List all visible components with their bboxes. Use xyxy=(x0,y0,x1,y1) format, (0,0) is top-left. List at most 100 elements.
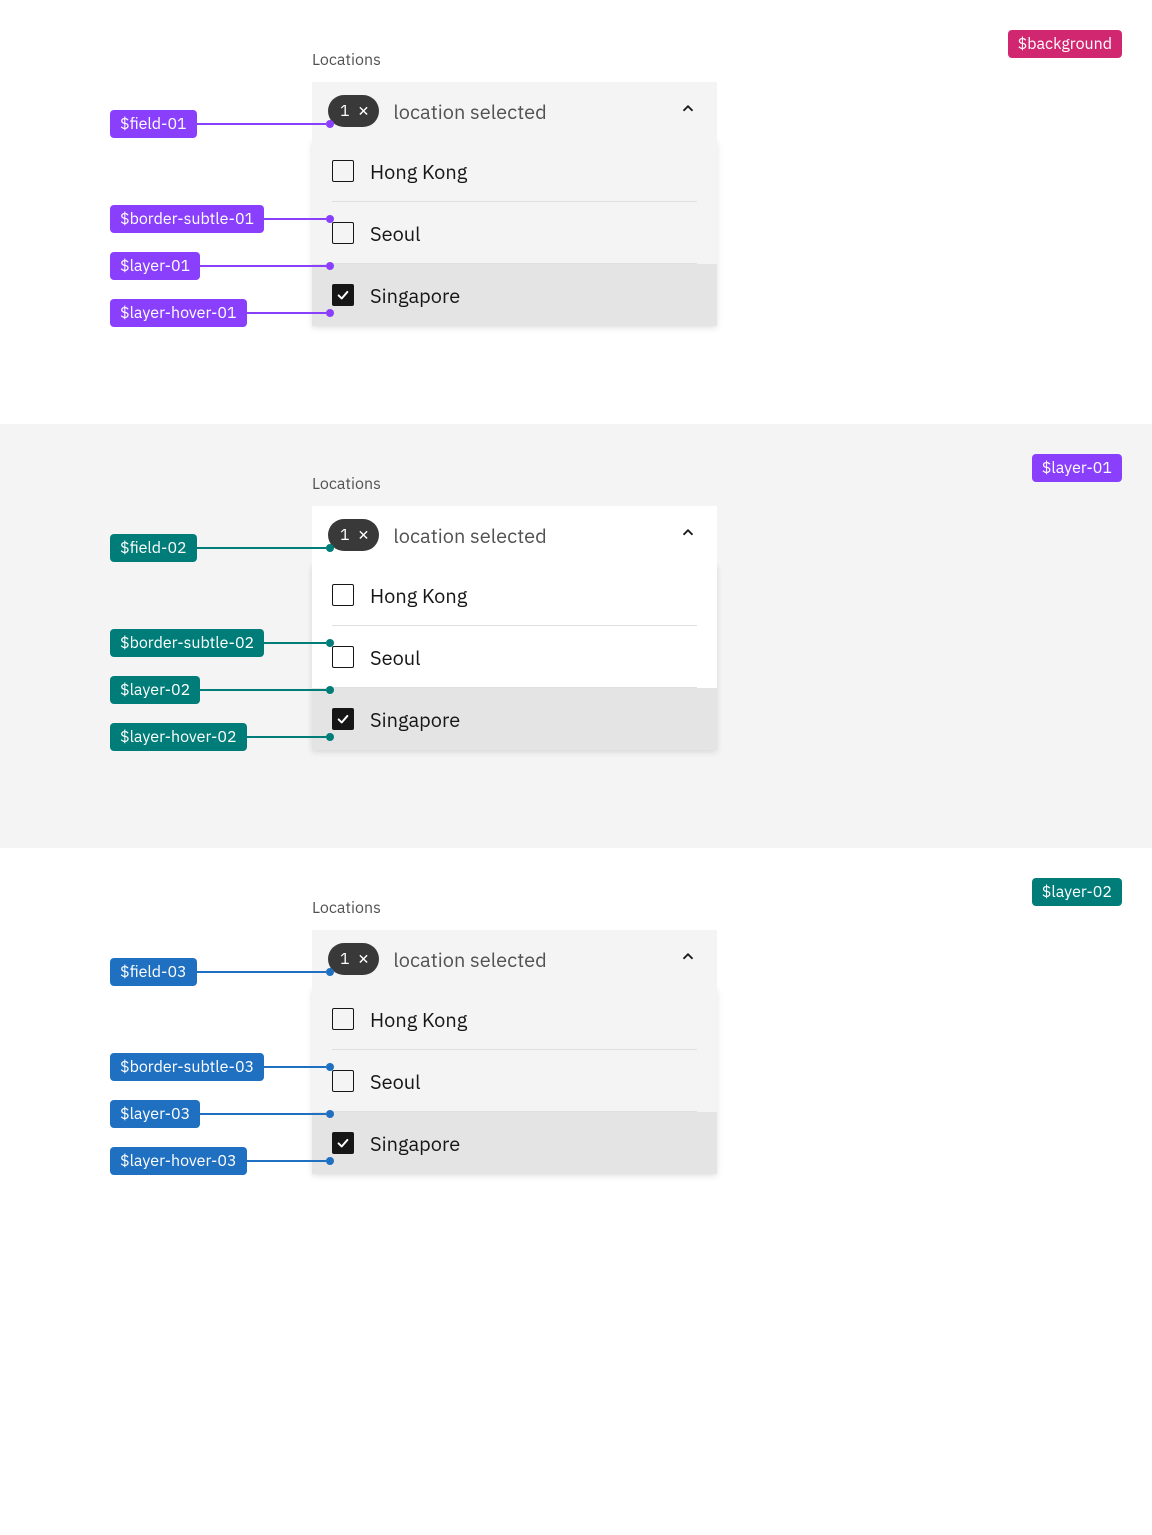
field-placeholder-text: location selected xyxy=(393,98,546,125)
clear-selection-icon[interactable]: ✕ xyxy=(358,528,370,542)
callout-endpoint-dot xyxy=(326,1157,334,1165)
checkbox-checked-icon[interactable] xyxy=(332,284,354,306)
dropdown-menu: Hong Kong Seoul Singapore xyxy=(312,564,717,750)
token-callout-label: $layer-hover-01 xyxy=(110,299,247,327)
multiselect-field[interactable]: 1✕location selected xyxy=(312,82,717,140)
option-label: Singapore xyxy=(370,706,460,733)
callout-line xyxy=(200,689,326,691)
callout-endpoint-dot xyxy=(326,1063,334,1071)
checkbox-unchecked-icon[interactable] xyxy=(332,222,354,244)
token-callout-label: $layer-hover-03 xyxy=(110,1147,247,1175)
selection-count-tag[interactable]: 1✕ xyxy=(328,943,379,975)
clear-selection-icon[interactable]: ✕ xyxy=(358,952,370,966)
option-label: Singapore xyxy=(370,1130,460,1157)
token-callout: $border-subtle-03 xyxy=(110,1053,334,1081)
callout-endpoint-dot xyxy=(326,262,334,270)
option-label: Singapore xyxy=(370,282,460,309)
callout-line xyxy=(247,312,326,314)
option-label: Seoul xyxy=(370,644,421,671)
multiselect-component: Locations1✕location selectedHong KongSeo… xyxy=(312,474,717,750)
token-callout: $field-01 xyxy=(110,110,334,138)
option-label: Seoul xyxy=(370,220,421,247)
dropdown-option[interactable]: Singapore xyxy=(312,264,717,326)
callout-endpoint-dot xyxy=(326,120,334,128)
token-callout: $field-03 xyxy=(110,958,334,986)
multiselect-field[interactable]: 1✕location selected xyxy=(312,506,717,564)
callout-endpoint-dot xyxy=(326,686,334,694)
callout-endpoint-dot xyxy=(326,309,334,317)
field-placeholder-text: location selected xyxy=(393,946,546,973)
callout-line xyxy=(197,971,326,973)
multiselect-field[interactable]: 1✕location selected xyxy=(312,930,717,988)
token-callout: $layer-hover-01 xyxy=(110,299,334,327)
token-callout-label: $layer-hover-02 xyxy=(110,723,247,751)
dropdown-option[interactable]: Hong Kong xyxy=(312,988,717,1050)
callout-line xyxy=(264,1066,326,1068)
chevron-up-icon[interactable] xyxy=(679,948,697,971)
token-callout-label: $border-subtle-02 xyxy=(110,629,264,657)
option-label: Hong Kong xyxy=(370,1006,467,1033)
token-callout-label: $border-subtle-03 xyxy=(110,1053,264,1081)
callout-line xyxy=(200,1113,326,1115)
checkbox-unchecked-icon[interactable] xyxy=(332,160,354,182)
callout-line xyxy=(264,642,326,644)
chevron-up-icon[interactable] xyxy=(679,524,697,547)
checkbox-unchecked-icon[interactable] xyxy=(332,1008,354,1030)
dropdown-option[interactable]: Seoul xyxy=(312,626,717,688)
field-label: Locations xyxy=(312,50,717,70)
token-callout: $layer-02 xyxy=(110,676,334,704)
callout-line xyxy=(247,736,326,738)
callout-endpoint-dot xyxy=(326,544,334,552)
token-callout-label: $field-03 xyxy=(110,958,197,986)
checkbox-checked-icon[interactable] xyxy=(332,1132,354,1154)
callout-line xyxy=(200,265,326,267)
example-section: $backgroundLocations1✕location selectedH… xyxy=(0,0,1152,424)
field-label: Locations xyxy=(312,474,717,494)
field-placeholder-text: location selected xyxy=(393,522,546,549)
checkbox-unchecked-icon[interactable] xyxy=(332,584,354,606)
token-callout: $layer-hover-03 xyxy=(110,1147,334,1175)
callout-line xyxy=(247,1160,326,1162)
token-callout-label: $field-02 xyxy=(110,534,197,562)
selection-count-tag[interactable]: 1✕ xyxy=(328,519,379,551)
dropdown-option[interactable]: Singapore xyxy=(312,688,717,750)
token-callout-label: $layer-01 xyxy=(110,252,200,280)
dropdown-option[interactable]: Seoul xyxy=(312,202,717,264)
option-label: Hong Kong xyxy=(370,582,467,609)
chevron-up-icon[interactable] xyxy=(679,100,697,123)
example-section: $layer-01Locations1✕location selectedHon… xyxy=(0,424,1152,848)
token-callout: $field-02 xyxy=(110,534,334,562)
checkbox-unchecked-icon[interactable] xyxy=(332,1070,354,1092)
selection-count-tag[interactable]: 1✕ xyxy=(328,95,379,127)
callout-line xyxy=(197,123,326,125)
callout-line xyxy=(197,547,326,549)
dropdown-menu: Hong Kong Seoul Singapore xyxy=(312,988,717,1174)
token-callout-label: $layer-03 xyxy=(110,1100,200,1128)
clear-selection-icon[interactable]: ✕ xyxy=(358,104,370,118)
dropdown-option[interactable]: Seoul xyxy=(312,1050,717,1112)
dropdown-option[interactable]: Hong Kong xyxy=(312,140,717,202)
selection-count: 1 xyxy=(340,101,350,121)
selection-count: 1 xyxy=(340,949,350,969)
callout-endpoint-dot xyxy=(326,215,334,223)
option-label: Seoul xyxy=(370,1068,421,1095)
token-callout-label: $border-subtle-01 xyxy=(110,205,264,233)
checkbox-checked-icon[interactable] xyxy=(332,708,354,730)
token-callout: $layer-hover-02 xyxy=(110,723,334,751)
token-callout: $layer-01 xyxy=(110,252,334,280)
dropdown-option[interactable]: Hong Kong xyxy=(312,564,717,626)
multiselect-component: Locations1✕location selectedHong KongSeo… xyxy=(312,50,717,326)
background-token-tag: $layer-02 xyxy=(1032,878,1122,906)
checkbox-unchecked-icon[interactable] xyxy=(332,646,354,668)
selection-count: 1 xyxy=(340,525,350,545)
token-callout-label: $layer-02 xyxy=(110,676,200,704)
dropdown-menu: Hong Kong Seoul Singapore xyxy=(312,140,717,326)
option-label: Hong Kong xyxy=(370,158,467,185)
callout-endpoint-dot xyxy=(326,733,334,741)
background-token-tag: $layer-01 xyxy=(1032,454,1122,482)
token-callout: $layer-03 xyxy=(110,1100,334,1128)
background-token-tag: $background xyxy=(1008,30,1122,58)
token-callout-label: $field-01 xyxy=(110,110,197,138)
callout-endpoint-dot xyxy=(326,968,334,976)
dropdown-option[interactable]: Singapore xyxy=(312,1112,717,1174)
